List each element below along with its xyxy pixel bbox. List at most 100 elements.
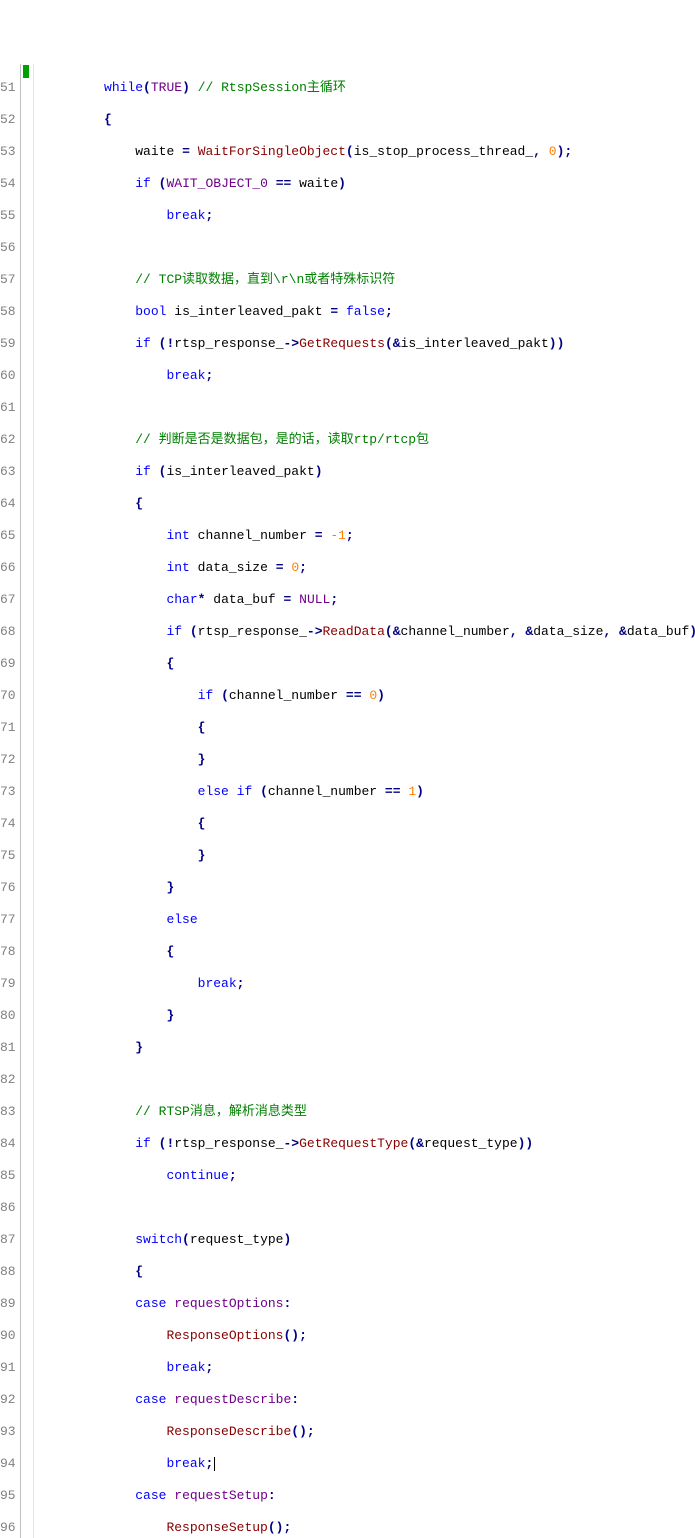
code-line[interactable]: if (WAIT_OBJECT_0 == waite) [42,176,695,192]
identifier: data_buf [627,624,689,639]
keyword-break: break [166,208,205,223]
identifier: waite [135,144,174,159]
code-line[interactable]: waite = WaitForSingleObject(is_stop_proc… [42,144,695,160]
macro-true: TRUE [151,80,182,95]
line-number: 96 [0,1520,16,1536]
keyword-bool: bool [135,304,166,319]
keyword-case: case [135,1296,166,1311]
code-line[interactable]: { [42,496,695,512]
line-number: 91 [0,1360,16,1376]
fn-readdata: ReadData [323,624,385,639]
identifier: request_type [190,1232,284,1247]
code-line[interactable] [42,240,695,256]
keyword-case: case [135,1488,166,1503]
code-line[interactable]: // RTSP消息，解析消息类型 [42,1104,695,1120]
code-line[interactable]: if (!rtsp_response_->GetRequests(&is_int… [42,336,695,352]
code-line[interactable]: { [42,112,695,128]
code-line[interactable]: case requestDescribe: [42,1392,695,1408]
code-line[interactable]: { [42,720,695,736]
code-line[interactable]: ResponseOptions(); [42,1328,695,1344]
code-line[interactable]: case requestSetup: [42,1488,695,1504]
identifier: channel_number [229,688,338,703]
code-line[interactable]: bool is_interleaved_pakt = false; [42,304,695,320]
comment: // RTSP消息，解析消息类型 [135,1104,307,1119]
code-line[interactable]: int channel_number = -1; [42,528,695,544]
line-number: 81 [0,1040,16,1056]
fn-getrequests: GetRequests [299,336,385,351]
code-editor[interactable]: 51 52 53 54 55 56 57 58 59 60 61 62 63 6… [0,64,695,1538]
code-line[interactable]: break; [42,208,695,224]
line-number: 78 [0,944,16,960]
code-line[interactable] [42,400,695,416]
text-caret [214,1457,215,1471]
line-number: 72 [0,752,16,768]
keyword-break: break [166,1360,205,1375]
code-line[interactable]: // 判断是否是数据包，是的话，读取rtp/rtcp包 [42,432,695,448]
fn-wait: WaitForSingleObject [198,144,346,159]
identifier: waite [299,176,338,191]
line-number: 71 [0,720,16,736]
code-line[interactable]: if (!rtsp_response_->GetRequestType(&req… [42,1136,695,1152]
identifier: is_interleaved_pakt [166,464,314,479]
fn-responsedescribe: ResponseDescribe [166,1424,291,1439]
code-line[interactable]: continue; [42,1168,695,1184]
code-line[interactable]: break; [42,1456,695,1472]
code-line[interactable]: if (rtsp_response_->ReadData(&channel_nu… [42,624,695,640]
keyword-switch: switch [135,1232,182,1247]
line-number: 54 [0,176,16,192]
fn-responseoptions: ResponseOptions [166,1328,283,1343]
identifier: rtsp_response_ [174,336,283,351]
line-number: 89 [0,1296,16,1312]
keyword-break: break [166,368,205,383]
code-line[interactable]: { [42,944,695,960]
code-line[interactable] [42,1200,695,1216]
code-line[interactable]: break; [42,368,695,384]
code-line[interactable]: ResponseSetup(); [42,1520,695,1536]
identifier: is_interleaved_pakt [401,336,549,351]
code-line[interactable]: if (channel_number == 0) [42,688,695,704]
identifier: channel_number [268,784,377,799]
line-number: 53 [0,144,16,160]
code-line[interactable]: int data_size = 0; [42,560,695,576]
identifier: is_interleaved_pakt [174,304,322,319]
code-line[interactable]: while(TRUE) // RtspSession主循环 [42,80,695,96]
keyword-char: char [166,592,197,607]
code-line[interactable]: { [42,1264,695,1280]
code-area[interactable]: while(TRUE) // RtspSession主循环 { waite = … [34,64,695,1538]
code-line[interactable]: } [42,1008,695,1024]
code-line[interactable]: // TCP读取数据，直到\r\n或者特殊标识符 [42,272,695,288]
line-number: 86 [0,1200,16,1216]
identifier: rtsp_response_ [174,1136,283,1151]
code-line[interactable]: ResponseDescribe(); [42,1424,695,1440]
line-number: 88 [0,1264,16,1280]
line-number: 55 [0,208,16,224]
identifier: data_buf [213,592,275,607]
line-number: 90 [0,1328,16,1344]
code-line[interactable]: switch(request_type) [42,1232,695,1248]
code-line[interactable]: if (is_interleaved_pakt) [42,464,695,480]
keyword-break: break [166,1456,205,1471]
code-line[interactable]: } [42,880,695,896]
code-line[interactable]: else if (channel_number == 1) [42,784,695,800]
identifier: data_size [198,560,268,575]
line-number: 68 [0,624,16,640]
code-line[interactable]: case requestOptions: [42,1296,695,1312]
code-line[interactable]: } [42,848,695,864]
code-line[interactable]: } [42,752,695,768]
line-number: 74 [0,816,16,832]
line-number: 73 [0,784,16,800]
code-line[interactable]: char* data_buf = NULL; [42,592,695,608]
enum-value: requestOptions [174,1296,283,1311]
code-line[interactable]: break; [42,976,695,992]
number: 1 [408,784,416,799]
keyword-if: if [198,688,214,703]
keyword-if: if [135,336,151,351]
code-line[interactable]: else [42,912,695,928]
code-line[interactable] [42,1072,695,1088]
line-number: 85 [0,1168,16,1184]
code-line[interactable]: { [42,656,695,672]
code-line[interactable]: break; [42,1360,695,1376]
code-line[interactable]: { [42,816,695,832]
code-line[interactable]: } [42,1040,695,1056]
number: 0 [291,560,299,575]
